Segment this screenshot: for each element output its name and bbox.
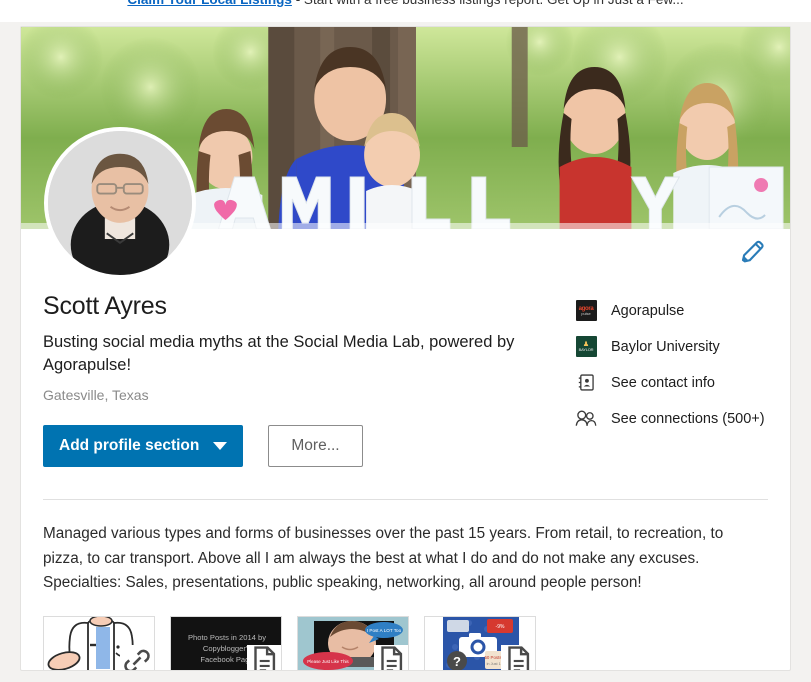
info-row-company[interactable]: agora pulse Agorapulse	[575, 297, 790, 324]
more-button[interactable]: More...	[268, 424, 363, 467]
section-divider	[43, 498, 768, 500]
media-card-dark-slide[interactable]: Photo Posts in 2014 by Copyblogger's Fac…	[170, 616, 282, 670]
baylor-university-logo-icon: ♟ BAYLOR	[575, 336, 597, 358]
contact-card-icon	[575, 372, 597, 394]
document-icon	[374, 645, 408, 670]
media-card-infographic[interactable]: -9% ? 50 Posts Rise in Just 1 Year	[424, 616, 536, 670]
info-label-contact-info: See contact info	[611, 374, 715, 391]
add-profile-section-button[interactable]: Add profile section	[43, 424, 244, 467]
info-label-connections: See connections (500+)	[611, 410, 765, 427]
avatar[interactable]	[44, 127, 196, 279]
media-card-illustration[interactable]	[43, 616, 155, 670]
connections-people-icon	[575, 408, 597, 430]
info-row-connections[interactable]: See connections (500+)	[575, 405, 790, 432]
profile-info-list: agora pulse Agorapulse ♟ BAYLOR Baylor U…	[575, 297, 790, 441]
document-icon	[247, 645, 281, 670]
promo-text: - Start with a free business listings re…	[296, 0, 684, 7]
info-row-contact-info[interactable]: See contact info	[575, 369, 790, 396]
svg-text:Please Just Like This: Please Just Like This	[307, 659, 349, 664]
svg-text:Copyblogger's: Copyblogger's	[203, 644, 252, 653]
media-card-video[interactable]: I Post A LOT Too Please Just Like This	[297, 616, 409, 670]
agorapulse-logo-icon: agora pulse	[575, 300, 597, 322]
info-label-school: Baylor University	[611, 338, 720, 355]
svg-text:Facebook Page: Facebook Page	[200, 655, 253, 664]
edit-profile-button[interactable]	[738, 237, 768, 267]
media-thumbnail-list: Photo Posts in 2014 by Copyblogger's Fac…	[43, 616, 768, 670]
add-profile-section-label: Add profile section	[59, 436, 200, 454]
document-icon	[501, 645, 535, 670]
profile-summary: Managed various types and forms of busin…	[43, 524, 724, 592]
attachment-link-icon	[120, 645, 154, 670]
profile-card: Scott Ayres Busting social media myths a…	[20, 26, 791, 671]
info-row-school[interactable]: ♟ BAYLOR Baylor University	[575, 333, 790, 360]
pencil-edit-icon	[741, 240, 764, 263]
profile-photo-image	[48, 131, 192, 275]
promo-strip: Claim Your Local Listings - Start with a…	[0, 0, 811, 22]
chevron-down-icon	[213, 441, 228, 450]
promo-link[interactable]: Claim Your Local Listings	[127, 0, 292, 7]
svg-text:?: ?	[453, 654, 461, 669]
identity-block: Scott Ayres Busting social media myths a…	[43, 291, 768, 427]
profile-headline: Busting social media myths at the Social…	[43, 333, 515, 375]
info-label-company: Agorapulse	[611, 302, 685, 319]
profile-body: Scott Ayres Busting social media myths a…	[21, 229, 790, 670]
